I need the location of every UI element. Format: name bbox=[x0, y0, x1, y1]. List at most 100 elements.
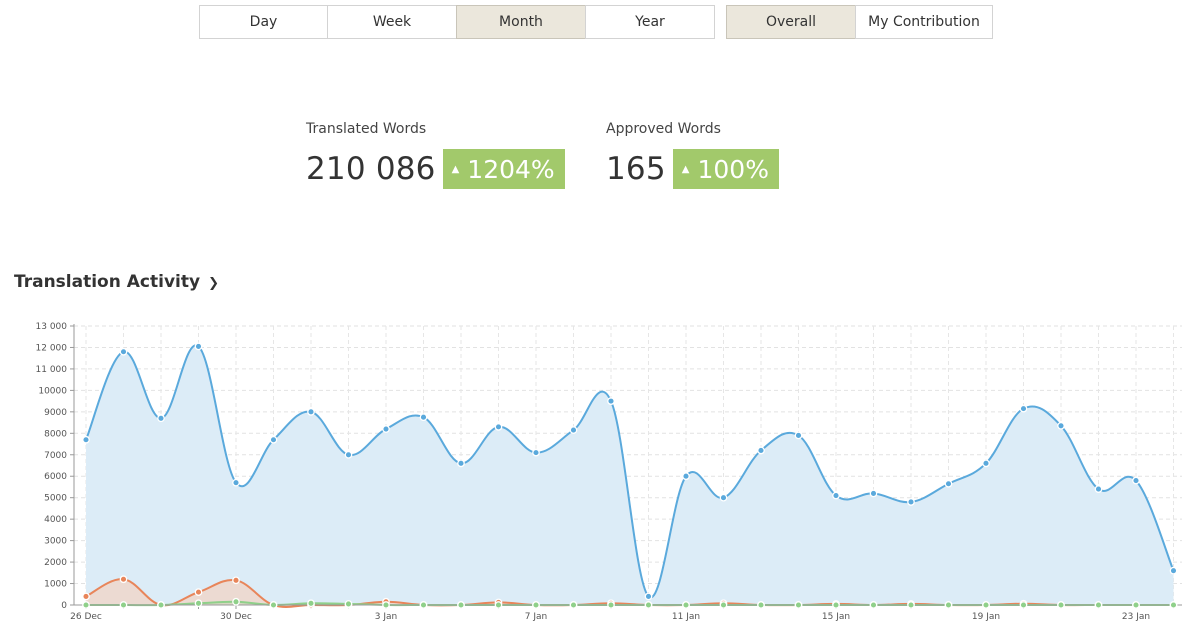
translated-change-badge: ▲ 1204% bbox=[442, 149, 565, 189]
data-point-other bbox=[494, 601, 503, 609]
data-point-translated bbox=[494, 423, 503, 431]
data-point-translated bbox=[832, 491, 840, 500]
y-tick-label: 4000 bbox=[44, 515, 67, 525]
data-point-other bbox=[832, 601, 840, 609]
data-point-translated bbox=[419, 413, 428, 422]
data-point-translated bbox=[1132, 476, 1140, 485]
data-point-translated bbox=[569, 426, 578, 434]
y-tick-label: 10000 bbox=[38, 386, 67, 396]
data-point-approved bbox=[194, 588, 203, 596]
translation-activity-toggle[interactable]: Translation Activity ❯ bbox=[14, 272, 219, 292]
data-point-other bbox=[382, 601, 390, 609]
approved-words-label: Approved Words bbox=[606, 121, 721, 137]
scope-selector: Overall My Contribution bbox=[726, 5, 993, 39]
data-point-other bbox=[232, 597, 240, 606]
data-point-other bbox=[119, 601, 128, 609]
x-tick-label: 11 Jan bbox=[672, 612, 700, 622]
period-selector: Day Week Month Year bbox=[199, 5, 715, 39]
translated-words-label: Translated Words bbox=[306, 121, 427, 137]
data-point-translated bbox=[344, 450, 353, 459]
data-point-other bbox=[719, 601, 728, 609]
data-point-translated bbox=[1169, 566, 1178, 575]
x-tick-label: 26 Dec bbox=[70, 612, 102, 622]
data-point-other bbox=[269, 601, 278, 609]
data-point-translated bbox=[457, 459, 465, 468]
y-tick-label: 12 000 bbox=[36, 343, 68, 353]
data-point-other bbox=[1169, 601, 1178, 609]
y-tick-label: 5000 bbox=[44, 494, 67, 504]
data-point-translated bbox=[757, 446, 765, 455]
data-point-other bbox=[1057, 601, 1065, 609]
x-tick-label: 30 Dec bbox=[220, 612, 252, 622]
data-point-other bbox=[457, 601, 465, 609]
data-point-other bbox=[307, 599, 315, 608]
tab-year[interactable]: Year bbox=[585, 5, 715, 39]
data-point-other bbox=[682, 601, 690, 609]
data-point-approved bbox=[82, 592, 90, 601]
data-point-other bbox=[1094, 601, 1103, 609]
x-tick-label: 7 Jan bbox=[525, 612, 547, 622]
x-tick-label: 3 Jan bbox=[375, 612, 397, 622]
data-point-other bbox=[419, 601, 428, 609]
x-tick-label: 19 Jan bbox=[972, 612, 1000, 622]
approved-words-stat: Approved Words 165 ▲ 100% bbox=[606, 121, 779, 189]
chevron-down-icon: ❯ bbox=[208, 276, 219, 291]
data-point-other bbox=[982, 601, 990, 609]
data-point-other bbox=[869, 601, 878, 609]
data-point-other bbox=[907, 601, 915, 609]
y-tick-label: 9000 bbox=[44, 408, 67, 418]
y-tick-label: 6000 bbox=[44, 472, 67, 482]
tab-day[interactable]: Day bbox=[199, 5, 328, 39]
data-point-translated bbox=[307, 407, 315, 416]
data-point-translated bbox=[794, 431, 803, 440]
data-point-other bbox=[194, 599, 203, 608]
section-title: Translation Activity bbox=[14, 272, 201, 292]
y-tick-label: 1000 bbox=[44, 580, 67, 590]
y-tick-label: 2000 bbox=[44, 558, 67, 568]
tab-month[interactable]: Month bbox=[456, 5, 586, 39]
translated-words-value: 210 086 bbox=[306, 151, 436, 187]
data-point-other bbox=[644, 601, 653, 609]
tab-overall[interactable]: Overall bbox=[726, 5, 856, 39]
data-point-translated bbox=[869, 489, 878, 498]
approved-words-value: 165 bbox=[606, 151, 666, 187]
data-point-translated bbox=[907, 498, 915, 506]
data-point-translated bbox=[119, 347, 128, 356]
data-point-translated bbox=[1057, 421, 1065, 430]
data-point-translated bbox=[719, 493, 728, 502]
y-tick-label: 3000 bbox=[44, 537, 67, 547]
x-tick-label: 23 Jan bbox=[1122, 612, 1150, 622]
y-tick-label: 11 000 bbox=[36, 365, 68, 375]
data-point-translated bbox=[382, 425, 390, 433]
x-tick-label: 15 Jan bbox=[822, 612, 850, 622]
data-point-other bbox=[794, 601, 803, 609]
tab-my-contribution[interactable]: My Contribution bbox=[855, 5, 993, 39]
data-point-other bbox=[82, 601, 90, 609]
data-point-translated bbox=[1094, 485, 1103, 493]
data-point-other bbox=[1019, 601, 1028, 609]
data-point-other bbox=[1132, 601, 1140, 609]
translated-words-stat: Translated Words 210 086 ▲ 1204% bbox=[306, 121, 565, 189]
tab-week[interactable]: Week bbox=[327, 5, 457, 39]
data-point-other bbox=[757, 601, 765, 609]
y-tick-label: 7000 bbox=[44, 451, 67, 461]
translated-change-value: 1204% bbox=[467, 154, 555, 184]
data-point-translated bbox=[269, 435, 278, 444]
y-tick-label: 0 bbox=[61, 601, 67, 611]
data-point-translated bbox=[982, 459, 990, 468]
data-point-other bbox=[569, 601, 578, 609]
data-point-translated bbox=[644, 592, 653, 601]
translation-activity-chart: 0 1000 2000 3000 4000 5000 6000 7000 8000 9000 100… bbox=[36, 322, 1182, 622]
data-point-translated bbox=[944, 479, 953, 488]
data-point-translated bbox=[82, 435, 90, 444]
up-arrow-icon: ▲ bbox=[681, 163, 690, 175]
y-tick-label: 13 000 bbox=[36, 322, 68, 332]
data-point-translated bbox=[532, 448, 540, 457]
data-point-translated bbox=[232, 478, 240, 487]
data-point-translated bbox=[1019, 404, 1028, 413]
data-point-other bbox=[944, 601, 953, 609]
data-point-other bbox=[344, 600, 353, 608]
up-arrow-icon: ▲ bbox=[451, 163, 460, 175]
data-point-translated bbox=[682, 472, 690, 481]
y-tick-label: 8000 bbox=[44, 429, 67, 439]
